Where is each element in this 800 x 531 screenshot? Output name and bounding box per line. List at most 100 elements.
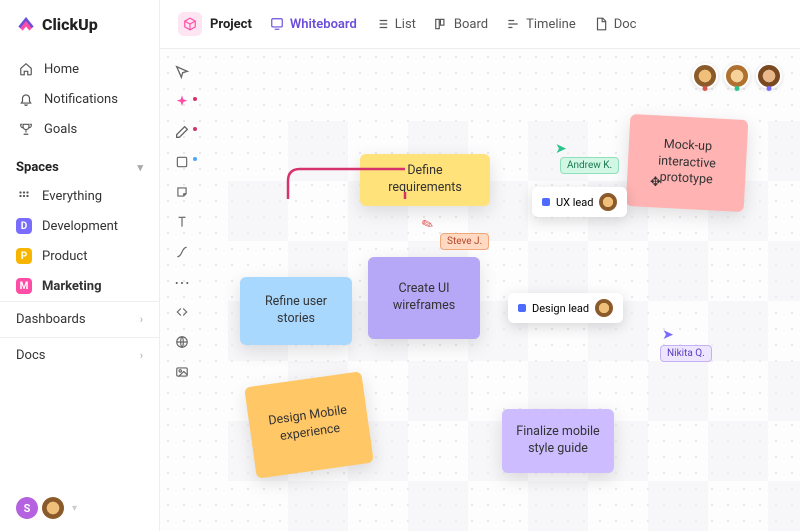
remote-cursor-icon: ➤ (662, 327, 674, 343)
view-doc[interactable]: Doc (594, 17, 637, 32)
space-development[interactable]: D Development (0, 211, 159, 241)
sparkle-tool-icon[interactable] (173, 93, 191, 111)
view-list[interactable]: List (375, 17, 416, 32)
collaborator-avatar[interactable]: .collab .c:nth-child(1)::after{backgroun… (692, 63, 718, 89)
sticky-define-requirements[interactable]: Define requirements (360, 154, 490, 206)
home-icon (18, 61, 34, 77)
link-tool-icon[interactable] (173, 303, 191, 321)
user-tag-andrew: Andrew K. (560, 157, 619, 174)
chip-ux-lead[interactable]: UX lead (532, 187, 627, 217)
space-badge: D (16, 218, 32, 234)
main-nav: Home Notifications Goals (0, 48, 159, 150)
space-label: Development (42, 219, 118, 234)
grid-icon (16, 188, 32, 204)
square-icon (542, 198, 550, 206)
list-icon (375, 17, 389, 31)
collaborator-avatar[interactable]: .collab .c:nth-child(2)::after{backgroun… (724, 63, 750, 89)
spaces-header-label: Spaces (16, 160, 59, 175)
sticky-mockup-prototype[interactable]: Mock-up interactive prototype (626, 114, 749, 212)
view-label: Timeline (526, 17, 576, 32)
view-label: Doc (614, 17, 637, 32)
chevron-down-icon: ▾ (72, 503, 77, 514)
space-badge: M (16, 278, 32, 294)
chip-avatar (599, 193, 617, 211)
timeline-icon (506, 17, 520, 31)
pen-tool-icon[interactable] (173, 123, 191, 141)
user-tag-nikita: Nikita Q. (660, 345, 712, 362)
view-whiteboard[interactable]: Whiteboard (270, 17, 357, 32)
nav-notifications[interactable]: Notifications (8, 84, 151, 114)
project-name: Project (210, 17, 252, 32)
user-menu[interactable]: S ▾ (0, 485, 159, 531)
spaces-header[interactable]: Spaces ▾ (0, 150, 159, 181)
whiteboard-icon (270, 17, 284, 31)
section-docs[interactable]: Docs › (0, 337, 159, 373)
pointer-tool-icon[interactable] (173, 63, 191, 81)
sticky-finalize-guide[interactable]: Finalize mobile style guide (502, 409, 614, 473)
square-icon (518, 304, 526, 312)
chevron-down-icon: ▾ (137, 161, 143, 174)
user-tag-steve: Steve J. (440, 233, 489, 250)
section-label: Docs (16, 348, 45, 363)
move-cursor-icon: ✥ (650, 175, 661, 190)
trophy-icon (18, 121, 34, 137)
sticky-text: Finalize mobile style guide (514, 424, 602, 458)
view-label: Whiteboard (290, 17, 357, 32)
section-label: Dashboards (16, 312, 86, 327)
view-label: List (395, 17, 416, 32)
whiteboard-canvas[interactable]: ⋯ Define requirements Refine user storie… (160, 49, 800, 531)
sidebar: ClickUp Home Notifications Goals Spaces … (0, 0, 160, 531)
logo-icon (16, 14, 36, 34)
space-everything[interactable]: Everything (0, 181, 159, 211)
logo[interactable]: ClickUp (0, 0, 159, 48)
whiteboard-toolbar: ⋯ (168, 57, 196, 387)
space-label: Product (42, 249, 87, 264)
space-label: Everything (42, 189, 102, 204)
space-product[interactable]: P Product (0, 241, 159, 271)
chevron-right-icon: › (140, 313, 143, 326)
logo-text: ClickUp (42, 15, 98, 34)
user-avatar-secondary (42, 497, 64, 519)
sticky-refine-stories[interactable]: Refine user stories (240, 277, 352, 345)
view-timeline[interactable]: Timeline (506, 17, 576, 32)
remote-cursor-icon: ➤ (555, 141, 567, 157)
sticky-create-wireframes[interactable]: Create UI wireframes (368, 257, 480, 339)
doc-icon (594, 17, 608, 31)
chip-label: Design lead (532, 302, 589, 315)
connector-tool-icon[interactable] (173, 243, 191, 261)
board-icon (434, 17, 448, 31)
section-dashboards[interactable]: Dashboards › (0, 301, 159, 337)
bell-icon (18, 91, 34, 107)
project-selector[interactable]: Project (178, 12, 252, 36)
sticky-design-mobile[interactable]: Design Mobile experience (244, 371, 374, 479)
view-label: Board (454, 17, 488, 32)
nav-label: Notifications (44, 92, 118, 107)
main: Project Whiteboard List Board Timeline D… (160, 0, 800, 531)
cube-icon (178, 12, 202, 36)
chip-avatar (595, 299, 613, 317)
sticky-text: Create UI wireframes (380, 281, 468, 315)
chip-design-lead[interactable]: Design lead (508, 293, 623, 323)
shape-tool-icon[interactable] (173, 153, 191, 171)
view-board[interactable]: Board (434, 17, 488, 32)
sticky-text: Design Mobile experience (260, 402, 358, 449)
chevron-right-icon: › (140, 349, 143, 362)
web-tool-icon[interactable] (173, 333, 191, 351)
topbar: Project Whiteboard List Board Timeline D… (160, 0, 800, 49)
nav-home[interactable]: Home (8, 54, 151, 84)
text-tool-icon[interactable] (173, 213, 191, 231)
space-marketing[interactable]: M Marketing (0, 271, 159, 301)
nav-label: Goals (44, 122, 77, 137)
more-tool-icon[interactable]: ⋯ (173, 273, 191, 291)
collaborator-avatars[interactable]: .collab .c:nth-child(1)::after{backgroun… (692, 63, 782, 89)
sticky-text: Define requirements (372, 163, 478, 197)
sticky-text: Refine user stories (252, 294, 340, 328)
user-avatar: S (16, 497, 38, 519)
space-badge: P (16, 248, 32, 264)
collaborator-avatar[interactable]: .collab .c:nth-child(3)::after{backgroun… (756, 63, 782, 89)
sticky-tool-icon[interactable] (173, 183, 191, 201)
nav-label: Home (44, 62, 79, 77)
image-tool-icon[interactable] (173, 363, 191, 381)
chip-label: UX lead (556, 196, 593, 209)
nav-goals[interactable]: Goals (8, 114, 151, 144)
